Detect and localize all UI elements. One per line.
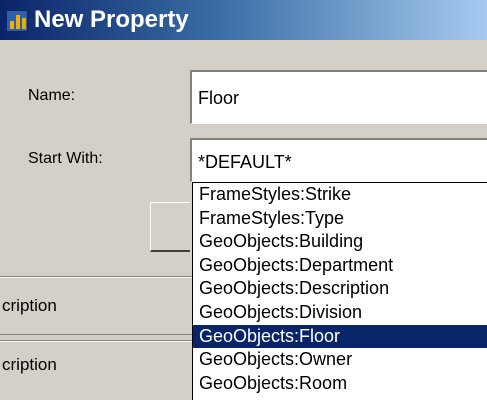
dropdown-option[interactable]: FrameStyles:Strike [193, 183, 487, 207]
divider [0, 340, 200, 342]
dropdown-option[interactable]: GeoObjects:Room [193, 372, 487, 396]
divider [0, 276, 200, 278]
dropdown-option[interactable]: FrameStyles:Type [193, 207, 487, 231]
row-label: cription [2, 355, 57, 374]
dropdown-option[interactable]: GeoObjects:Division [193, 301, 487, 325]
dropdown-option[interactable]: GeoObjects:Owner [193, 348, 487, 372]
name-label: Name: [28, 87, 76, 104]
start-with-combobox[interactable]: *DEFAULT* [190, 138, 487, 182]
dropdown-option[interactable]: GeoObjects:Department [193, 254, 487, 278]
partial-button[interactable] [150, 202, 190, 252]
start-with-label: Start With: [28, 150, 103, 167]
start-with-dropdown-list[interactable]: FrameStyles:Strike FrameStyles:Type GeoO… [192, 182, 487, 400]
column-header-label: cription [2, 296, 57, 315]
dropdown-option[interactable]: GeoObjects:Description [193, 277, 487, 301]
name-input[interactable]: Floor [190, 70, 487, 124]
window-title: New Property [34, 6, 189, 33]
dropdown-option-selected[interactable]: GeoObjects:Floor [193, 324, 487, 349]
dropdown-option[interactable]: GeoObjects:Building [193, 230, 487, 254]
title-bar[interactable]: New Property [0, 0, 487, 40]
app-icon [6, 10, 28, 32]
